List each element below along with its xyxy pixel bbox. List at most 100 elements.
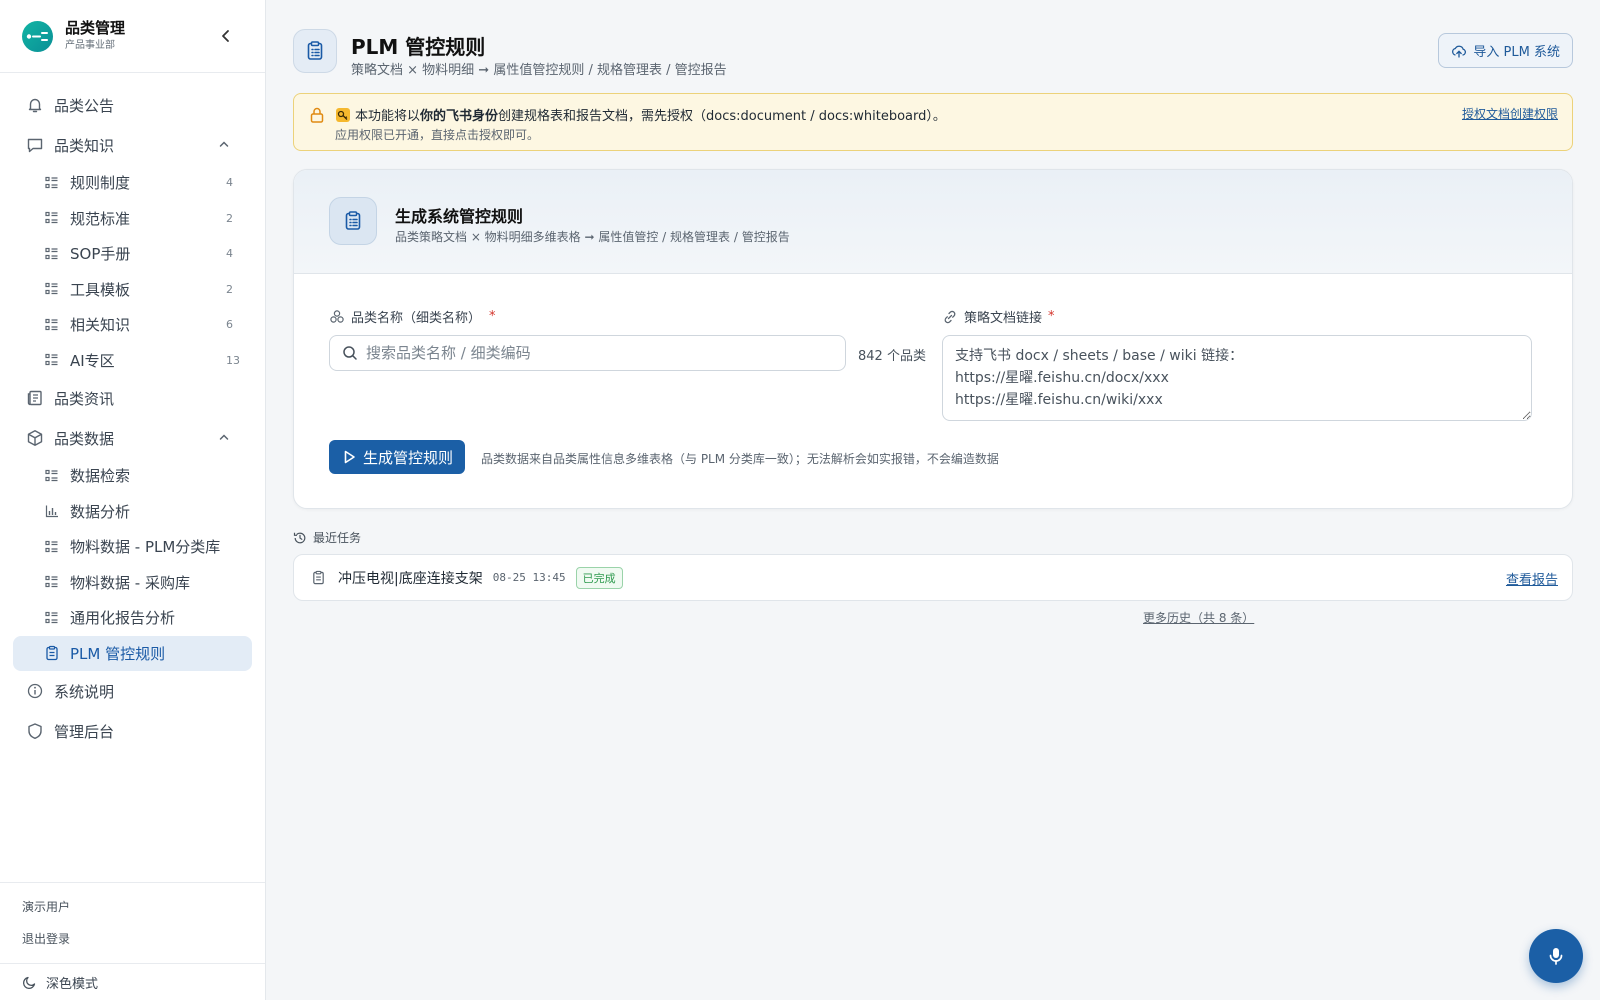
category-label-text: 品类名称（细类名称） — [351, 311, 482, 326]
voice-input-button[interactable] — [1529, 929, 1583, 983]
brand-subtitle: 产品事业部 — [65, 40, 115, 51]
category-count: 842 个品类 — [858, 349, 926, 364]
list-icon — [44, 574, 60, 590]
moon-icon — [22, 974, 38, 990]
sidebar-item-label: 相关知识 — [70, 316, 131, 335]
sidebar-item-data[interactable]: 品类数据 — [0, 418, 265, 458]
category-search-box[interactable] — [329, 335, 846, 371]
doc-link-field-label: 策略文档链接 * — [942, 307, 1055, 326]
collapse-sidebar-button[interactable] — [216, 26, 236, 46]
list-icon — [44, 610, 60, 626]
sidebar-item-rules[interactable]: 规则制度 4 — [0, 165, 265, 201]
bell-icon — [26, 96, 44, 114]
chevron-up-icon — [219, 434, 229, 440]
view-report-link[interactable]: 查看报告 — [1506, 569, 1558, 588]
play-icon — [341, 449, 357, 465]
list-icon — [44, 539, 60, 555]
sidebar-item-purchase-library[interactable]: 物料数据 - 采购库 — [0, 565, 265, 601]
generate-rules-label: 生成管控规则 — [363, 448, 454, 467]
shield-icon — [26, 722, 44, 740]
bar-chart-icon — [44, 503, 60, 519]
category-field-label: 品类名称（细类名称） * — [329, 307, 496, 326]
sidebar-item-system-info[interactable]: 系统说明 — [0, 671, 265, 711]
list-icon — [44, 210, 60, 226]
sidebar-item-plm-rules[interactable]: PLM 管控规则 — [13, 635, 252, 671]
sidebar-item-label: 工具模板 — [70, 280, 131, 299]
more-history-link[interactable]: 更多历史（共 8 条） — [1143, 609, 1254, 626]
sidebar-item-plm-library[interactable]: 物料数据 - PLM分类库 — [0, 529, 265, 565]
sidebar-item-label: 数据检索 — [70, 467, 131, 486]
recent-tasks-label: 最近任务 — [313, 531, 362, 545]
item-count: 13 — [226, 353, 240, 367]
sidebar-item-announcements[interactable]: 品类公告 — [0, 85, 265, 125]
list-icon — [44, 317, 60, 333]
chat-icon — [26, 136, 44, 154]
link-icon — [942, 309, 958, 325]
sidebar-item-admin[interactable]: 管理后台 — [0, 711, 265, 751]
main-content: PLM 管控规则 策略文档 × 物料明细 ➞ 属性值管控规则 / 规格管理表 /… — [266, 0, 1600, 1000]
item-count: 4 — [226, 176, 233, 190]
microphone-icon — [1549, 948, 1563, 965]
sidebar-footer: 演示用户 退出登录 — [0, 882, 265, 959]
package-icon — [26, 429, 44, 447]
sidebar-item-label: 规范标准 — [70, 209, 131, 228]
brand-logo — [22, 20, 53, 52]
card-header: 生成系统管控规则 品类策略文档 × 物料明细多维表格 ➞ 属性值管控 / 规格管… — [294, 170, 1572, 274]
sidebar-item-label: 规则制度 — [70, 174, 131, 193]
sidebar-item-ai[interactable]: AI专区 13 — [0, 343, 265, 379]
list-icon — [44, 175, 60, 191]
notice-detail: 应用权限已开通，直接点击授权即可。 — [335, 128, 540, 142]
authorize-link[interactable]: 授权文档创建权限 — [1462, 105, 1558, 122]
sidebar-item-label: 品类知识 — [54, 136, 115, 155]
sidebar-item-related[interactable]: 相关知识 6 — [0, 307, 265, 343]
sidebar-nav: 品类公告 品类知识 规则制度 4 规范标准 2 SOP手册 4 工具模板 2 相… — [0, 73, 265, 751]
logout-link[interactable]: 退出登录 — [0, 927, 265, 959]
sidebar-item-label: PLM 管控规则 — [70, 644, 166, 663]
list-icon — [44, 468, 60, 484]
brand-header: 品类管理 产品事业部 — [0, 0, 265, 73]
task-time: 08-25 13:45 — [492, 571, 566, 584]
category-search-input[interactable] — [366, 344, 826, 362]
task-name: 冲压电视|底座连接支架 — [338, 570, 483, 587]
sidebar-item-data-search[interactable]: 数据检索 — [0, 458, 265, 494]
notice-suffix: 创建规格表和报告文档，需先授权（docs:document / docs:whi… — [498, 109, 946, 124]
sidebar-item-generic-report[interactable]: 通用化报告分析 — [0, 600, 265, 636]
key-icon — [335, 107, 351, 123]
sidebar-item-label: 系统说明 — [54, 682, 115, 701]
cloud-upload-icon — [1451, 43, 1467, 59]
list-icon — [44, 352, 60, 368]
clipboard-icon — [44, 645, 60, 661]
import-plm-button[interactable]: 导入 PLM 系统 — [1438, 33, 1573, 68]
sidebar-item-label: 品类数据 — [54, 429, 115, 448]
sidebar-item-data-analysis[interactable]: 数据分析 — [0, 494, 265, 530]
sidebar-item-label: 通用化报告分析 — [70, 609, 176, 628]
dark-mode-label: 深色模式 — [46, 976, 99, 992]
card-subtitle: 品类策略文档 × 物料明细多维表格 ➞ 属性值管控 / 规格管理表 / 管控报告 — [395, 230, 790, 244]
sidebar-item-knowledge[interactable]: 品类知识 — [0, 125, 265, 165]
sidebar-item-label: SOP手册 — [70, 245, 131, 264]
required-mark: * — [1048, 309, 1055, 324]
search-icon — [343, 346, 357, 360]
recent-tasks-header: 最近任务 — [293, 529, 361, 546]
lock-icon — [310, 107, 324, 123]
doc-link-textarea[interactable] — [942, 335, 1532, 421]
sidebar-item-label: 数据分析 — [70, 502, 131, 521]
doc-link-label-text: 策略文档链接 — [964, 311, 1043, 326]
sidebar-item-label: 管理后台 — [54, 722, 115, 741]
generate-rules-button[interactable]: 生成管控规则 — [329, 440, 466, 474]
page-header: PLM 管控规则 策略文档 × 物料明细 ➞ 属性值管控规则 / 规格管理表 /… — [293, 29, 1573, 78]
sidebar-item-templates[interactable]: 工具模板 2 — [0, 272, 265, 308]
clipboard-icon — [293, 29, 337, 73]
task-row[interactable]: 冲压电视|底座连接支架 08-25 13:45 已完成 查看报告 — [293, 554, 1573, 601]
required-mark: * — [489, 309, 496, 324]
page-subtitle: 策略文档 × 物料明细 ➞ 属性值管控规则 / 规格管理表 / 管控报告 — [351, 63, 727, 78]
sidebar-item-standards[interactable]: 规范标准 2 — [0, 201, 265, 237]
dark-mode-toggle[interactable]: 深色模式 — [0, 963, 265, 1000]
clipboard-icon — [311, 570, 326, 585]
sidebar-item-news[interactable]: 品类资讯 — [0, 378, 265, 418]
notice-bold: 你的飞书身份 — [420, 109, 499, 124]
sidebar-item-sop[interactable]: SOP手册 4 — [0, 236, 265, 272]
newspaper-icon — [26, 389, 44, 407]
chevron-up-icon — [219, 141, 229, 147]
info-icon — [26, 682, 44, 700]
